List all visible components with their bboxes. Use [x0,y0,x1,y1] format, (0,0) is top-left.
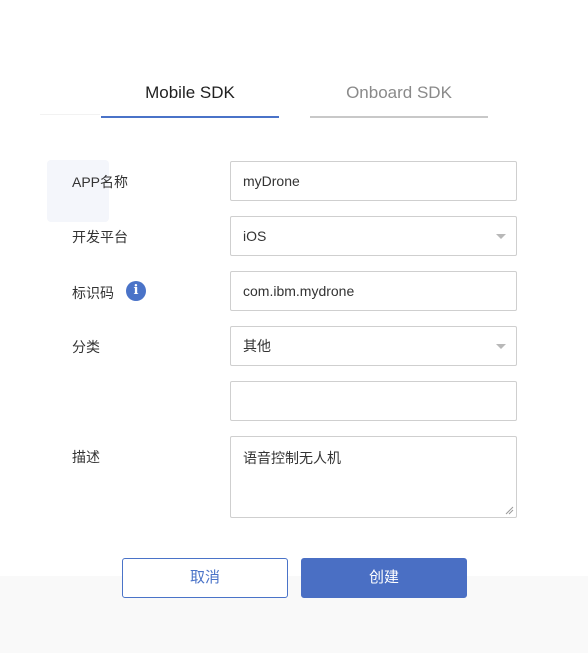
category-select[interactable]: 其他 [230,326,517,366]
tab-onboard-sdk-label: Onboard SDK [346,83,452,102]
app-name-input[interactable]: myDrone [230,161,517,201]
description-textarea[interactable]: 语音控制无人机 [230,436,517,518]
chevron-down-icon [496,234,506,239]
background-divider [40,114,100,115]
description-label: 描述 [72,449,100,465]
bundle-id-input[interactable]: com.ibm.mydrone [230,271,517,311]
resize-grip-icon[interactable] [505,506,514,515]
category-other-input[interactable] [230,381,517,421]
tab-mobile-sdk-label: Mobile SDK [145,83,235,102]
platform-select-value: iOS [243,228,267,244]
category-label: 分类 [72,339,100,355]
create-button[interactable]: 创建 [301,558,467,598]
platform-select[interactable]: iOS [230,216,517,256]
tab-onboard-sdk[interactable]: Onboard SDK [310,80,488,118]
cancel-button[interactable]: 取消 [122,558,288,598]
tab-onboard-sdk-underline [310,116,488,118]
description-text: 语音控制无人机 [243,450,341,466]
create-app-dialog: Mobile SDK Onboard SDK APP名称 myDrone 开发平… [0,0,588,653]
platform-label: 开发平台 [72,229,128,245]
tab-mobile-sdk[interactable]: Mobile SDK [101,80,279,118]
info-icon[interactable]: i [126,281,146,301]
tab-mobile-sdk-underline [101,116,279,118]
chevron-down-icon [496,344,506,349]
background-footer [0,576,588,653]
app-name-label: APP名称 [72,174,129,190]
category-select-value: 其他 [243,338,271,354]
bundle-id-label: 标识码 [72,285,114,301]
